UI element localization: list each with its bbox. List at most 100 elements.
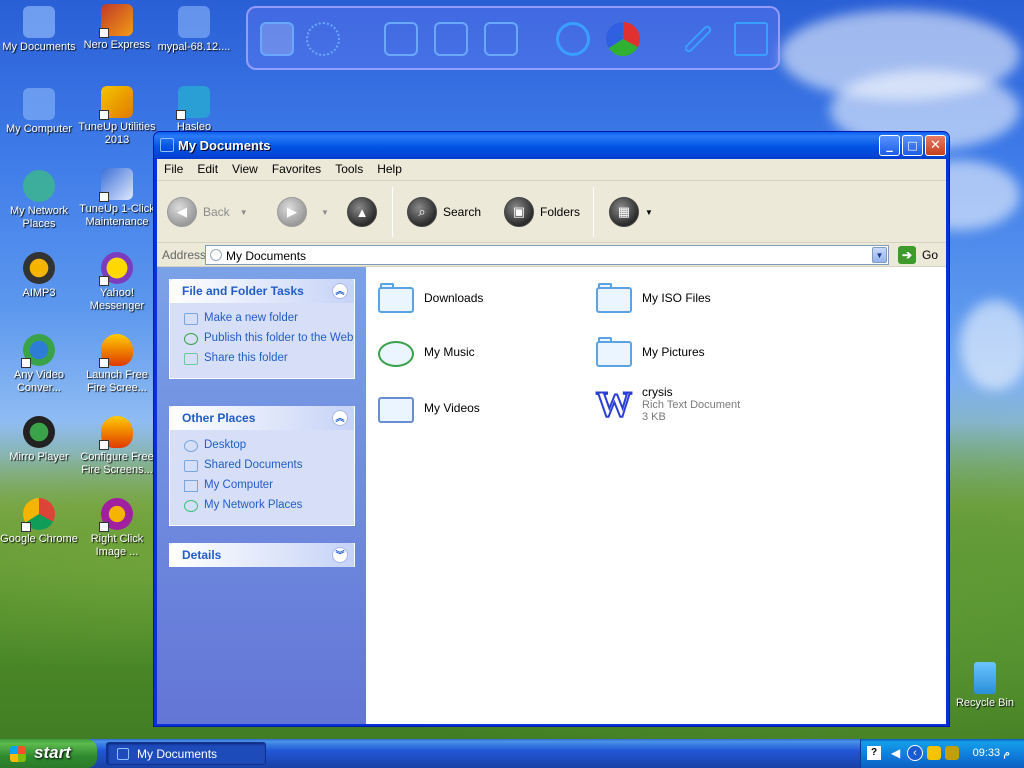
item-name: Downloads xyxy=(424,291,484,305)
desktop-icon-google-chrome[interactable]: Google Chrome xyxy=(0,498,78,546)
file-folder-tasks-panel: File and Folder Tasks ︽ Make a new folde… xyxy=(169,279,355,379)
folder-item-my-pictures[interactable]: My Pictures xyxy=(594,335,705,369)
desktop-icon-label: Launch Free Fire Scree... xyxy=(86,369,148,394)
tray-app-icon[interactable] xyxy=(945,746,959,760)
folders-icon: ▣ xyxy=(504,197,534,227)
search-button[interactable]: ⌕ Search xyxy=(407,195,481,229)
chevron-left-icon[interactable]: ‹ xyxy=(907,745,923,761)
minimize-button[interactable]: _ xyxy=(879,135,900,156)
go-button[interactable]: ➔ Go xyxy=(898,246,938,264)
desktop-icon-yahoo-messenger[interactable]: Yahoo! Messenger xyxy=(78,252,156,313)
expand-icon[interactable]: ︾ xyxy=(332,547,348,563)
details-header[interactable]: Details ︾ xyxy=(170,543,354,567)
desktop-icon-tuneup-1click[interactable]: TuneUp 1-Click Maintenance xyxy=(78,168,156,229)
menu-tools[interactable]: Tools xyxy=(328,159,370,179)
desktop-icon-label: Any Video Conver... xyxy=(14,369,64,394)
network-icon xyxy=(23,170,55,202)
taskbar-button-my-documents[interactable]: My Documents xyxy=(106,742,266,765)
share-icon xyxy=(184,353,198,365)
folder-item-my-videos[interactable]: My Videos xyxy=(376,391,480,425)
desktop-icon-nero-express[interactable]: Nero Express xyxy=(78,4,156,52)
internet-explorer-icon[interactable] xyxy=(556,22,590,56)
desktop-icon-mirro-player[interactable]: Mirro Player xyxy=(0,416,78,464)
up-button[interactable]: ▲ xyxy=(347,195,377,229)
documents-icon xyxy=(160,138,174,152)
pictures-folder-icon xyxy=(594,335,634,369)
shared-documents-link[interactable]: Shared Documents xyxy=(184,459,354,472)
folder-icon[interactable] xyxy=(484,22,518,56)
menu-favorites[interactable]: Favorites xyxy=(265,159,328,179)
file-item-crysis[interactable]: W crysis Rich Text Document 3 KB xyxy=(594,385,740,423)
folder-icon[interactable] xyxy=(384,22,418,56)
menu-file[interactable]: File xyxy=(157,159,190,179)
folder-icon[interactable] xyxy=(434,22,468,56)
desktop-icon-my-network-places[interactable]: My Network Places xyxy=(0,170,78,231)
close-button[interactable]: ✕ xyxy=(925,135,946,156)
my-network-places-link[interactable]: My Network Places xyxy=(184,499,354,512)
file-folder-tasks-header[interactable]: File and Folder Tasks ︽ xyxy=(170,279,354,303)
back-button[interactable]: ◀ Back ▼ xyxy=(167,195,248,229)
media-player-icon[interactable] xyxy=(606,22,640,56)
panel-title: File and Folder Tasks xyxy=(182,284,304,298)
desktop-icon-mypal[interactable]: mypal-68.12.... xyxy=(155,6,233,54)
menu-help[interactable]: Help xyxy=(370,159,409,179)
link-label: My Computer xyxy=(204,479,274,491)
tools-icon[interactable] xyxy=(683,24,713,54)
desktop-icon-recycle-bin[interactable]: Recycle Bin xyxy=(946,662,1024,710)
desktop-icon-any-video-converter[interactable]: Any Video Conver... xyxy=(0,334,78,395)
desktop-icon-my-computer[interactable]: My Computer xyxy=(0,88,78,136)
desktop-icon-my-documents[interactable]: My Documents xyxy=(0,6,78,54)
chevron-down-icon[interactable]: ▼ xyxy=(240,208,248,217)
go-arrow-icon: ➔ xyxy=(898,246,916,264)
desktop-icon-hasleo[interactable]: Hasleo xyxy=(155,86,233,134)
help-icon[interactable]: ? xyxy=(867,746,881,760)
other-places-header[interactable]: Other Places ︽ xyxy=(170,406,354,430)
address-dropdown[interactable]: ▼ xyxy=(872,247,887,263)
start-button[interactable]: start xyxy=(0,739,97,768)
desktop-icon-label: Right Click Image ... xyxy=(90,533,144,558)
my-computer-link[interactable]: My Computer xyxy=(184,479,354,492)
trash-icon[interactable] xyxy=(734,22,768,56)
folder-item-my-iso-files[interactable]: My ISO Files xyxy=(594,281,711,315)
desktop-icon-right-click-image[interactable]: Right Click Image ... xyxy=(78,498,156,559)
views-button[interactable]: ▦ ▼ xyxy=(609,195,653,229)
desktop-icon-launch-free-fire[interactable]: Launch Free Fire Scree... xyxy=(78,334,156,395)
menu-view[interactable]: View xyxy=(225,159,265,179)
folder-item-downloads[interactable]: Downloads xyxy=(376,281,483,315)
fire-icon xyxy=(99,416,133,450)
clock[interactable]: 09:33 م xyxy=(973,746,1010,759)
item-name: My Music xyxy=(424,345,475,359)
forward-button[interactable]: ▶ ▼ xyxy=(277,195,329,229)
documents-icon xyxy=(117,748,129,760)
folders-button[interactable]: ▣ Folders xyxy=(504,195,580,229)
collapse-icon[interactable]: ︽ xyxy=(332,283,348,299)
make-new-folder-link[interactable]: Make a new folder xyxy=(184,312,354,325)
mypal-icon xyxy=(178,6,210,38)
collapse-icon[interactable]: ︽ xyxy=(332,410,348,426)
start-label: start xyxy=(34,743,71,762)
videos-folder-icon xyxy=(376,391,416,425)
tray-app-icon[interactable] xyxy=(927,746,941,760)
maximize-button[interactable]: □ xyxy=(902,135,923,156)
desktop-icon-label: TuneUp Utilities 2013 xyxy=(78,121,156,146)
publish-web-link[interactable]: Publish this folder to the Web xyxy=(184,332,354,345)
desktop-icon-label: Google Chrome xyxy=(0,533,78,545)
desktop-icon-tuneup-utilities[interactable]: TuneUp Utilities 2013 xyxy=(78,86,156,147)
recycle-bin-icon xyxy=(974,662,996,694)
desktop-icon-aimp3[interactable]: AIMP3 xyxy=(0,252,78,300)
share-folder-link[interactable]: Share this folder xyxy=(184,352,354,365)
standard-toolbar: ◀ Back ▼ ▶ ▼ ▲ ⌕ Search ▣ Folders ▦ ▼ xyxy=(157,181,946,243)
taskbar: start My Documents ? ◀ ‹ 09:33 م xyxy=(0,739,1024,768)
title-bar[interactable]: My Documents _ □ ✕ xyxy=(154,132,949,159)
desktop-link[interactable]: Desktop xyxy=(184,439,354,452)
address-input[interactable]: My Documents ▼ xyxy=(205,245,889,265)
gear-icon[interactable] xyxy=(306,22,340,56)
monitor-icon[interactable] xyxy=(260,22,294,56)
folder-item-my-music[interactable]: My Music xyxy=(376,335,475,369)
menu-edit[interactable]: Edit xyxy=(190,159,225,179)
computer-icon xyxy=(23,88,55,120)
chevron-down-icon[interactable]: ▼ xyxy=(321,208,329,217)
speaker-icon[interactable]: ◀ xyxy=(891,746,900,760)
desktop-icon-label: mypal-68.12.... xyxy=(157,41,231,53)
desktop-icon-configure-free-fire[interactable]: Configure Free Fire Screens... xyxy=(78,416,156,477)
